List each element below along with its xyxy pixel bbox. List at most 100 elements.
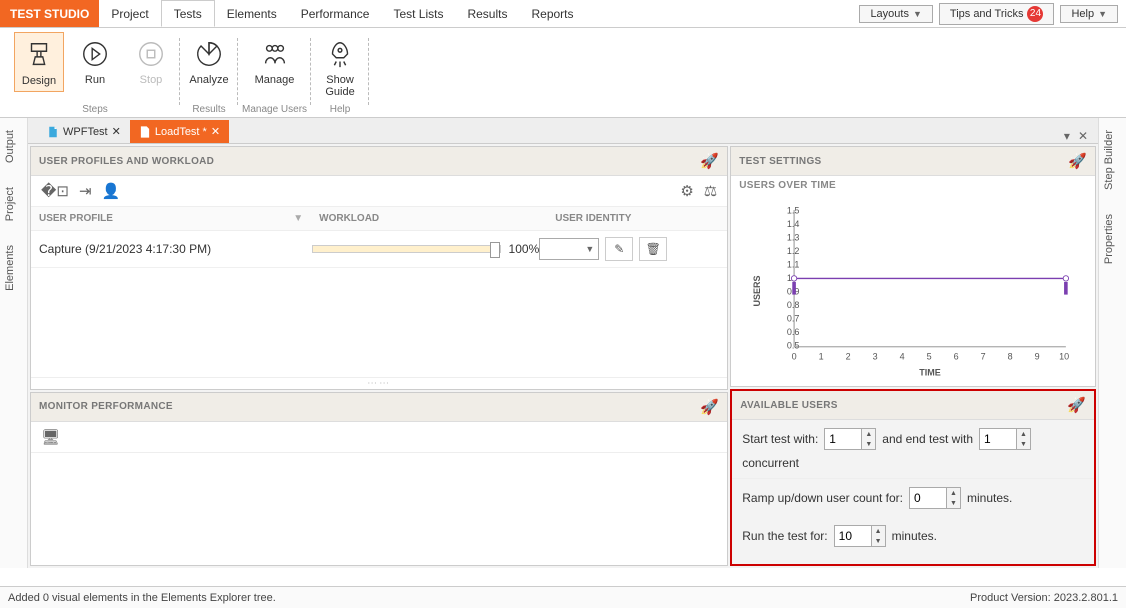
left-side-tabs: Output Project Elements — [0, 118, 28, 568]
users-chart: USERS 1.51.41.31.21.110.90.80.70.60.5 01… — [741, 201, 1085, 381]
workload-pct: 100% — [509, 242, 540, 256]
stop-icon — [133, 36, 169, 72]
start-label: Start test with: — [742, 432, 818, 446]
svg-text:7: 7 — [981, 351, 986, 361]
stop-button: Stop — [126, 32, 176, 92]
run-button[interactable]: Run — [70, 32, 120, 92]
table-row[interactable]: Capture (9/21/2023 4:17:30 PM) 100% ▼ ✎ … — [31, 231, 727, 268]
panel-title-available: AVAILABLE USERS — [740, 400, 837, 411]
svg-text:0.5: 0.5 — [787, 341, 800, 351]
import-icon[interactable]: ⇥ — [79, 182, 92, 200]
rocket-icon[interactable]: 🚀 — [1068, 152, 1087, 170]
svg-text:1.2: 1.2 — [787, 246, 800, 256]
profile-name: Capture (9/21/2023 4:17:30 PM) — [39, 242, 312, 256]
filter-icon[interactable]: ▼ — [293, 213, 303, 224]
svg-text:2: 2 — [846, 351, 851, 361]
play-icon — [77, 36, 113, 72]
tab-wpftest[interactable]: WPFTest ✕ — [38, 120, 130, 143]
piechart-icon — [191, 36, 227, 72]
resize-grip[interactable]: ⋯⋯ — [31, 377, 727, 389]
panel-title-monitor: MONITOR PERFORMANCE — [39, 401, 173, 412]
chart-title: USERS OVER TIME — [731, 176, 1095, 195]
col-workload: WORKLOAD — [311, 207, 547, 230]
run-input[interactable]: ▲▼ — [834, 525, 886, 547]
ylabel: USERS — [752, 275, 762, 306]
monitor-icon[interactable]: 🖥 — [41, 428, 60, 446]
svg-text:1.5: 1.5 — [787, 206, 800, 216]
panel-title-profiles: USER PROFILES AND WORKLOAD — [39, 156, 214, 167]
svg-text:1.3: 1.3 — [787, 233, 800, 243]
gear-icon[interactable]: ⚙ — [680, 182, 693, 200]
svg-text:0.8: 0.8 — [787, 300, 800, 310]
rocket-icon — [322, 36, 358, 72]
menu-elements[interactable]: Elements — [215, 0, 289, 27]
minutes-label: minutes. — [967, 491, 1012, 505]
side-properties[interactable]: Properties — [1099, 202, 1126, 276]
col-identity: USER IDENTITY — [547, 207, 727, 230]
side-stepbuilder[interactable]: Step Builder — [1099, 118, 1126, 202]
delete-button[interactable]: 🗑 — [639, 237, 667, 261]
panel-title-settings: TEST SETTINGS — [739, 156, 821, 167]
svg-text:8: 8 — [1008, 351, 1013, 361]
balance-icon[interactable]: ⚖ — [704, 182, 717, 200]
dropdown-icon[interactable]: ▾ — [1064, 129, 1070, 143]
end-label: and end test with — [882, 432, 973, 446]
design-button[interactable]: Design — [14, 32, 64, 92]
main-menu: Project Tests Elements Performance Test … — [99, 0, 585, 27]
layouts-button[interactable]: Layouts▼ — [859, 5, 932, 23]
tips-button[interactable]: Tips and Tricks24 — [939, 3, 1055, 25]
edit-button[interactable]: ✎ — [605, 237, 633, 261]
rocket-icon[interactable]: 🚀 — [700, 152, 719, 170]
svg-text:0.6: 0.6 — [787, 327, 800, 337]
workload-slider[interactable] — [312, 245, 501, 253]
menu-testlists[interactable]: Test Lists — [381, 0, 455, 27]
ribbon-group-results: Results — [192, 104, 225, 117]
start-users-input[interactable]: ▲▼ — [824, 428, 876, 450]
end-users-input[interactable]: ▲▼ — [979, 428, 1031, 450]
available-users-panel: AVAILABLE USERS 🚀 Start test with: ▲▼ an… — [730, 389, 1096, 566]
users-icon — [257, 36, 293, 72]
capture-icon[interactable]: �⊡ — [41, 182, 69, 200]
rocket-icon[interactable]: 🚀 — [700, 398, 719, 416]
col-userprofile: USER PROFILE — [39, 213, 113, 224]
file-icon — [139, 126, 151, 138]
side-output[interactable]: Output — [0, 118, 27, 175]
xlabel: TIME — [919, 368, 941, 378]
trash-icon: 🗑 — [646, 242, 661, 256]
side-project[interactable]: Project — [0, 175, 27, 233]
svg-text:0: 0 — [792, 351, 797, 361]
menu-results[interactable]: Results — [455, 0, 519, 27]
help-button[interactable]: Help▼ — [1060, 5, 1118, 23]
svg-text:9: 9 — [1035, 351, 1040, 361]
right-side-tabs: Step Builder Properties — [1098, 118, 1126, 568]
manage-button[interactable]: Manage — [250, 32, 300, 90]
menu-tests[interactable]: Tests — [161, 0, 215, 27]
adduser-icon[interactable]: 👤 — [102, 182, 121, 200]
minutes-label-2: minutes. — [892, 529, 937, 543]
svg-text:0.7: 0.7 — [787, 314, 800, 324]
analyze-button[interactable]: Analyze — [184, 32, 234, 90]
showguide-button[interactable]: Show Guide — [315, 32, 365, 102]
ramp-input[interactable]: ▲▼ — [909, 487, 961, 509]
close-icon[interactable]: ✕ — [112, 125, 121, 138]
menu-performance[interactable]: Performance — [289, 0, 382, 27]
menu-reports[interactable]: Reports — [519, 0, 585, 27]
identity-dropdown[interactable]: ▼ — [539, 238, 599, 260]
close-icon[interactable]: ✕ — [211, 125, 220, 138]
ribbon-group-users: Manage Users — [242, 104, 307, 117]
close-all-icon[interactable]: ✕ — [1078, 129, 1088, 143]
menu-project[interactable]: Project — [99, 0, 160, 27]
run-label: Run the test for: — [742, 529, 827, 543]
file-icon — [47, 126, 59, 138]
ramp-label: Ramp up/down user count for: — [742, 491, 903, 505]
rocket-icon[interactable]: 🚀 — [1067, 396, 1086, 414]
tab-loadtest[interactable]: LoadTest * ✕ — [130, 120, 229, 143]
ribbon-group-steps: Steps — [82, 104, 108, 117]
concurrent-label: concurrent — [742, 456, 799, 470]
pencil-icon: ✎ — [614, 242, 624, 256]
tips-badge: 24 — [1027, 6, 1043, 22]
side-elements[interactable]: Elements — [0, 233, 27, 303]
svg-text:3: 3 — [873, 351, 878, 361]
app-brand: TEST STUDIO — [0, 0, 99, 27]
product-version: Product Version: 2023.2.801.1 — [970, 592, 1118, 604]
